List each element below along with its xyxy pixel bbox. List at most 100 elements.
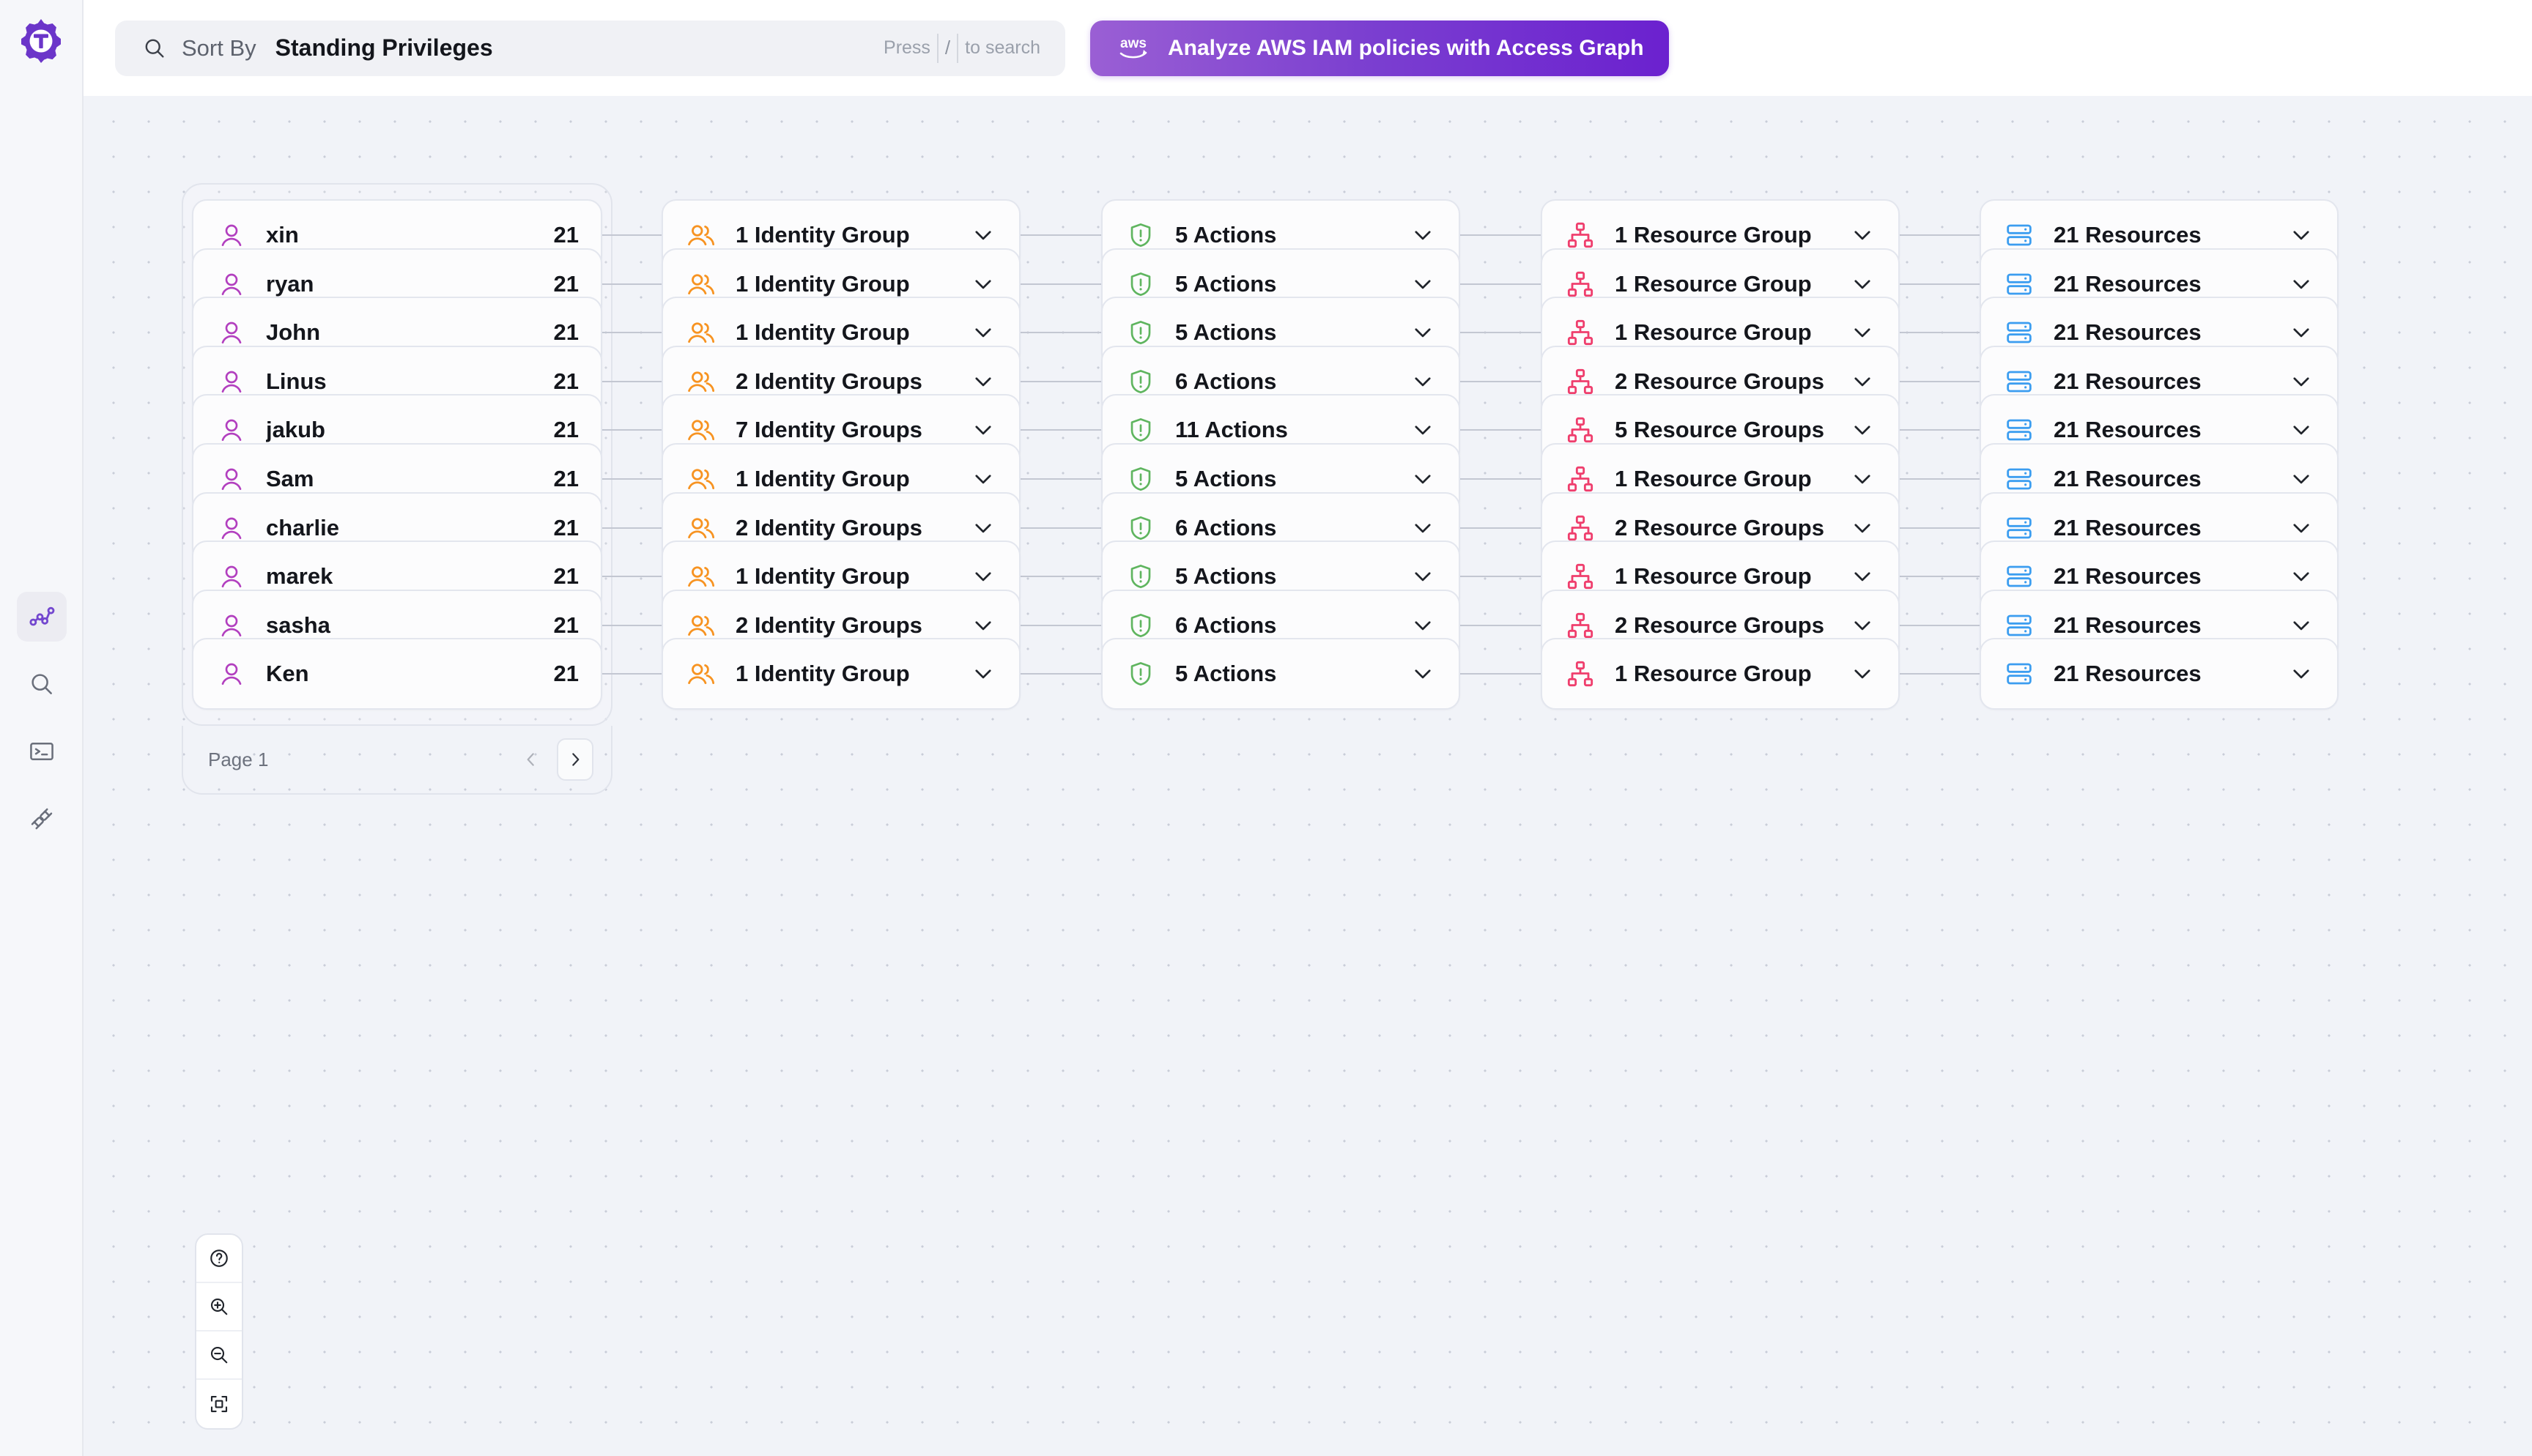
zoom-in-button[interactable] xyxy=(196,1283,242,1331)
svg-text:aws: aws xyxy=(1120,36,1147,51)
actions-node[interactable]: 5 Actions xyxy=(1101,638,1460,710)
group-icon xyxy=(685,463,717,495)
chevron-down-icon[interactable] xyxy=(1409,368,1437,395)
resources-node[interactable]: 21 Resources xyxy=(1980,638,2339,710)
action-icon xyxy=(1125,463,1157,495)
chevron-down-icon[interactable] xyxy=(2287,514,2315,542)
chevron-down-icon[interactable] xyxy=(1409,660,1437,688)
resources-node-label: 21 Resources xyxy=(2054,417,2202,443)
identity-group-node-label: 1 Identity Group xyxy=(736,466,910,491)
chevron-down-icon[interactable] xyxy=(1409,270,1437,298)
chevron-down-icon[interactable] xyxy=(1848,368,1876,395)
resources-node-label: 21 Resources xyxy=(2054,514,2202,541)
chevron-down-icon[interactable] xyxy=(1848,465,1876,493)
connector-line xyxy=(1900,332,1980,334)
chevron-down-icon[interactable] xyxy=(2287,416,2315,444)
rgroup-icon xyxy=(1564,219,1596,251)
chevron-down-icon[interactable] xyxy=(1848,612,1876,639)
resource-icon xyxy=(2003,512,2035,544)
topbar: Sort By Standing Privileges Press / to s… xyxy=(84,0,2532,96)
sidebar-item-integrations[interactable] xyxy=(17,794,67,844)
connector-line xyxy=(602,234,662,236)
chevron-down-icon[interactable] xyxy=(969,612,997,639)
chevron-down-icon[interactable] xyxy=(969,270,997,298)
sidebar-item-access-graph[interactable] xyxy=(17,592,67,642)
actions-node-label: 5 Actions xyxy=(1175,270,1277,297)
resource-icon xyxy=(2003,560,2035,593)
chevron-down-icon[interactable] xyxy=(2287,221,2315,249)
chevron-down-icon[interactable] xyxy=(969,465,997,493)
chevron-down-icon[interactable] xyxy=(2287,562,2315,590)
sidebar-item-search[interactable] xyxy=(17,659,67,709)
zoom-out-button[interactable] xyxy=(196,1331,242,1380)
next-page-button[interactable] xyxy=(557,738,593,781)
chevron-down-icon[interactable] xyxy=(1848,270,1876,298)
chevron-down-icon[interactable] xyxy=(1848,660,1876,688)
graph-canvas[interactable]: xin 21 1 Identity Group 5 Actions 1 Reso… xyxy=(84,96,2532,1456)
resources-node-label: 21 Resources xyxy=(2054,466,2202,491)
search-input[interactable]: Sort By Standing Privileges Press / to s… xyxy=(115,20,1065,76)
fit-to-screen-button[interactable] xyxy=(196,1380,242,1428)
chevron-down-icon[interactable] xyxy=(1409,562,1437,590)
chevron-down-icon[interactable] xyxy=(2287,270,2315,298)
connector-line xyxy=(1460,576,1541,578)
chevron-down-icon[interactable] xyxy=(1409,319,1437,346)
chevron-down-icon[interactable] xyxy=(969,514,997,542)
chevron-down-icon[interactable] xyxy=(1848,221,1876,249)
action-icon xyxy=(1125,609,1157,642)
chevron-down-icon[interactable] xyxy=(1409,514,1437,542)
chevron-down-icon[interactable] xyxy=(1848,562,1876,590)
chevron-down-icon[interactable] xyxy=(969,319,997,346)
action-icon xyxy=(1125,560,1157,593)
chevron-down-icon[interactable] xyxy=(1848,319,1876,346)
rgroup-icon xyxy=(1564,365,1596,398)
rgroup-icon xyxy=(1564,658,1596,690)
resource-group-node[interactable]: 1 Resource Group xyxy=(1541,638,1900,710)
group-icon xyxy=(685,316,717,349)
identity-node[interactable]: Ken 21 xyxy=(192,638,602,710)
action-icon xyxy=(1125,414,1157,446)
chevron-down-icon[interactable] xyxy=(1409,465,1437,493)
chevron-down-icon[interactable] xyxy=(969,368,997,395)
group-icon xyxy=(685,219,717,251)
connector-line xyxy=(602,332,662,334)
connector-line xyxy=(1021,527,1101,529)
chevron-down-icon[interactable] xyxy=(1409,221,1437,249)
chevron-down-icon[interactable] xyxy=(969,221,997,249)
connector-line xyxy=(1900,234,1980,236)
connector-line xyxy=(1900,673,1980,675)
connector-line xyxy=(602,673,662,675)
sidebar-item-terminal[interactable] xyxy=(17,727,67,776)
group-icon xyxy=(685,658,717,690)
chevron-down-icon[interactable] xyxy=(2287,465,2315,493)
zoom-out-icon xyxy=(208,1344,230,1366)
identity-name: marek xyxy=(266,563,333,590)
chevron-down-icon[interactable] xyxy=(969,660,997,688)
connector-line xyxy=(1021,624,1101,626)
resource-group-node-label: 1 Resource Group xyxy=(1615,661,1812,687)
connector-line xyxy=(1460,478,1541,480)
chevron-down-icon[interactable] xyxy=(2287,660,2315,688)
actions-node-label: 11 Actions xyxy=(1175,417,1288,443)
prev-page-button[interactable] xyxy=(513,738,549,781)
page-label: Page 1 xyxy=(208,748,269,770)
chevron-down-icon[interactable] xyxy=(969,562,997,590)
chevron-down-icon[interactable] xyxy=(1409,612,1437,639)
analyze-aws-iam-button[interactable]: aws Analyze AWS IAM policies with Access… xyxy=(1090,20,1669,76)
left-rail xyxy=(0,0,84,1456)
chevron-down-icon[interactable] xyxy=(2287,319,2315,346)
chevron-down-icon[interactable] xyxy=(969,416,997,444)
user-icon xyxy=(215,609,248,642)
chevron-down-icon[interactable] xyxy=(1848,514,1876,542)
chevron-down-icon[interactable] xyxy=(2287,368,2315,395)
help-button[interactable] xyxy=(196,1235,242,1283)
identity-group-node[interactable]: 1 Identity Group xyxy=(662,638,1021,710)
teleport-gear-logo[interactable] xyxy=(15,15,67,67)
resource-icon xyxy=(2003,463,2035,495)
chevron-down-icon[interactable] xyxy=(1409,416,1437,444)
chevron-down-icon[interactable] xyxy=(2287,612,2315,639)
chevron-down-icon[interactable] xyxy=(1848,416,1876,444)
action-icon xyxy=(1125,512,1157,544)
resource-group-node-label: 1 Resource Group xyxy=(1615,563,1812,590)
identity-privilege-count: 21 xyxy=(553,222,579,248)
